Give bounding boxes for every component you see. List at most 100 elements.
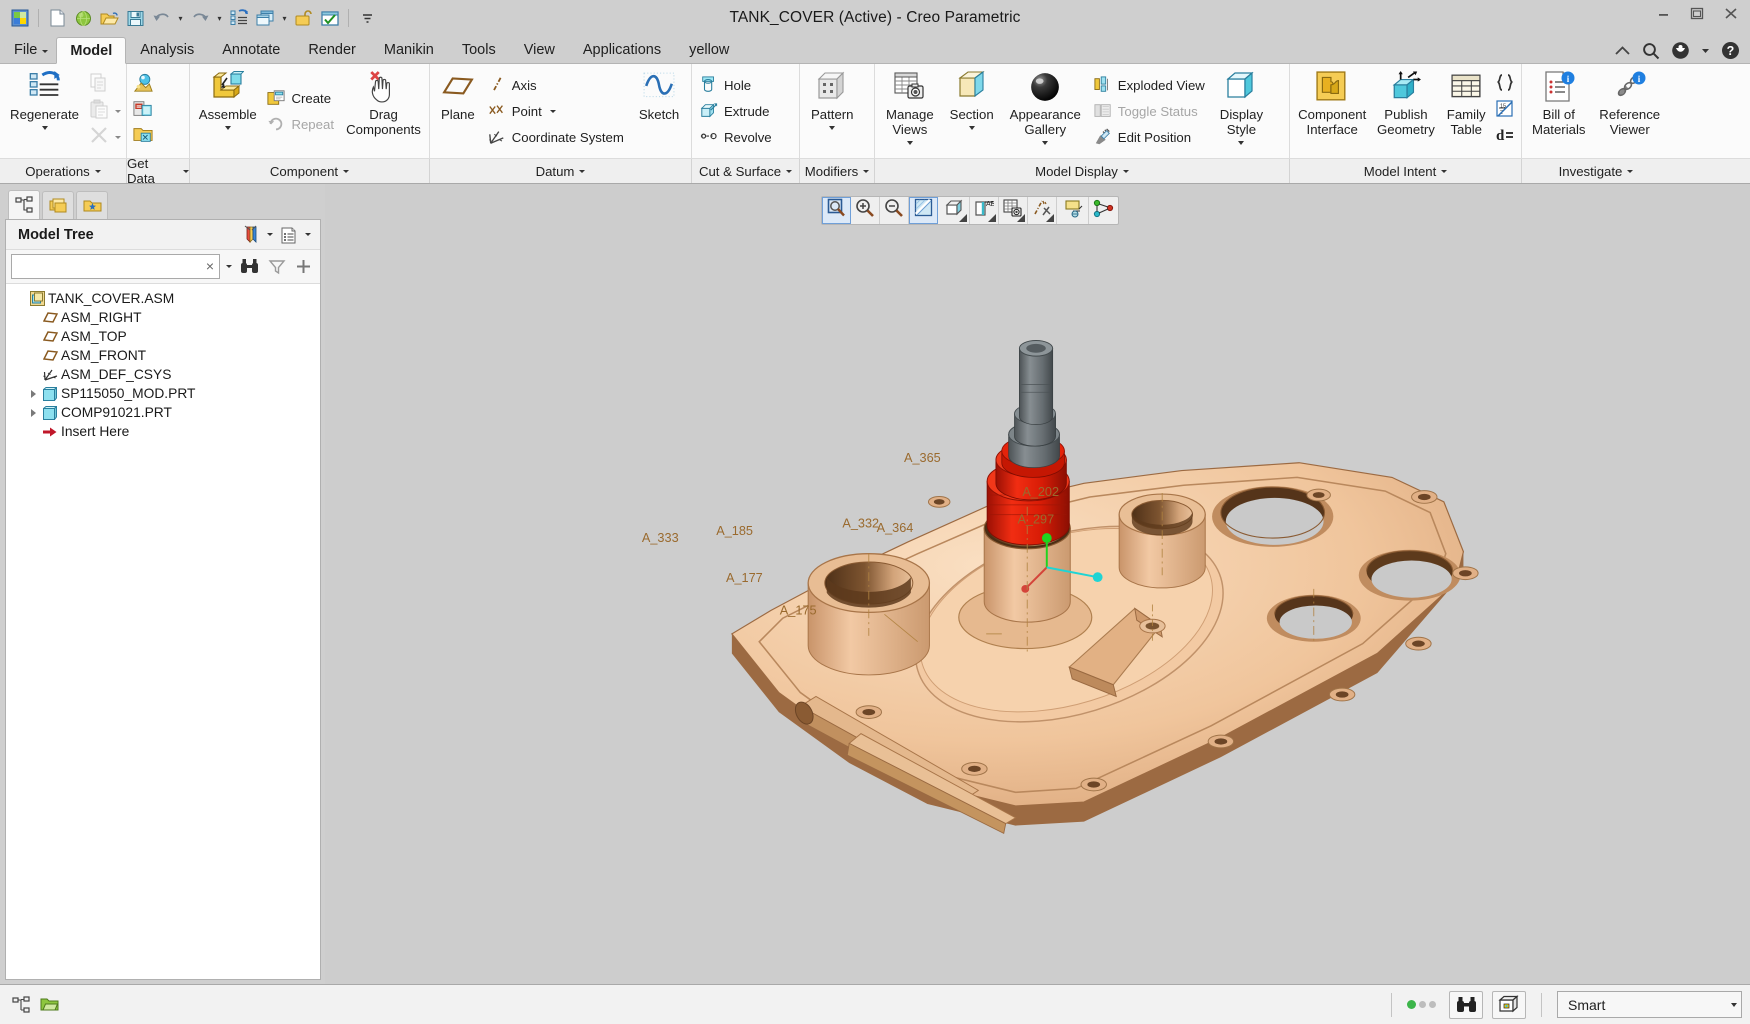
tab-yellow[interactable]: yellow	[675, 36, 743, 63]
group-label-cut-surface[interactable]: Cut & Surface	[692, 159, 800, 183]
tree-item[interactable]: TANK_COVER.ASM	[6, 289, 320, 308]
model-tree-icon[interactable]	[8, 992, 34, 1018]
bill-of-materials-button[interactable]: i Bill of Materials	[1525, 66, 1592, 156]
axis-label[interactable]: A_202	[1022, 484, 1059, 499]
clear-search-icon[interactable]: ×	[206, 258, 214, 275]
dropdown-caret[interactable]	[112, 109, 123, 113]
regenerate-icon[interactable]	[227, 6, 251, 30]
tab-annotate[interactable]: Annotate	[208, 36, 294, 63]
spin-center-button[interactable]	[1089, 197, 1118, 224]
extrude-button[interactable]: Extrude	[695, 98, 779, 124]
group-label-datum[interactable]: Datum	[430, 159, 692, 183]
tab-model[interactable]: Model	[56, 37, 127, 64]
restore-button[interactable]	[1686, 4, 1708, 22]
dropdown-caret[interactable]	[906, 137, 913, 148]
edit-position-button[interactable]: Edit Position	[1089, 124, 1212, 150]
dropdown-caret[interactable]	[1238, 137, 1245, 148]
axis-label[interactable]: A_365	[904, 450, 941, 465]
tree-list-caret[interactable]	[302, 223, 314, 247]
redo-icon[interactable]	[188, 6, 212, 30]
selection-filter-dropdown[interactable]: Smart	[1557, 991, 1742, 1018]
search-options-caret[interactable]	[222, 254, 235, 280]
relations-button[interactable]	[1492, 72, 1518, 98]
section-button[interactable]: Section	[942, 66, 1002, 156]
account-icon[interactable]	[1671, 41, 1690, 60]
dropdown-caret[interactable]	[1042, 137, 1049, 148]
layer-tree-tab[interactable]	[42, 191, 74, 219]
expand-arrow-icon[interactable]	[25, 408, 41, 417]
tree-item[interactable]: COMP91021.PRT	[6, 403, 320, 422]
dropdown-arrow[interactable]	[988, 214, 996, 222]
folder-green-icon[interactable]	[36, 992, 62, 1018]
parameters-button[interactable]: d	[1492, 124, 1518, 150]
group-label-operations[interactable]: Operations	[0, 159, 127, 183]
display-style-button[interactable]: Display Style	[1212, 66, 1271, 156]
save-icon[interactable]	[123, 6, 147, 30]
zoom-out-button[interactable]	[880, 197, 909, 224]
point-button[interactable]: Point	[483, 98, 631, 124]
open-web-icon[interactable]	[71, 6, 95, 30]
hole-button[interactable]: Hole	[695, 72, 779, 98]
layers-button[interactable]	[1060, 197, 1089, 224]
revolve-button[interactable]: Revolve	[695, 124, 779, 150]
zoom-in-button[interactable]	[851, 197, 880, 224]
chevron-down-icon[interactable]	[1441, 169, 1448, 173]
expand-arrow-icon[interactable]	[25, 389, 41, 398]
exploded-view-button[interactable]: Exploded View	[1089, 72, 1212, 98]
chevron-down-icon[interactable]	[1122, 169, 1129, 173]
axis-label[interactable]: A_297	[1017, 511, 1054, 526]
sketch-button[interactable]: Sketch	[631, 66, 687, 156]
collapse-ribbon-icon[interactable]	[1614, 45, 1631, 57]
tree-item[interactable]: ASM_DEF_CSYS	[6, 365, 320, 384]
family-table-button[interactable]: Family Table	[1440, 66, 1492, 156]
import-button[interactable]	[130, 72, 156, 98]
group-label-model-intent[interactable]: Model Intent	[1290, 159, 1522, 183]
repaint-button[interactable]	[909, 197, 938, 224]
customize-qat-icon[interactable]	[355, 6, 379, 30]
axis-button[interactable]: Axis	[483, 72, 631, 98]
regenerate-button[interactable]: Regenerate	[3, 66, 86, 156]
datum-display-button[interactable]	[1028, 197, 1057, 224]
undo-dropdown-caret[interactable]: ▾	[175, 6, 186, 30]
saved-views-button[interactable]	[999, 197, 1028, 224]
open-icon[interactable]	[97, 6, 121, 30]
tree-list-icon[interactable]	[277, 223, 301, 247]
group-label-component[interactable]: Component	[190, 159, 430, 183]
group-label-modifiers[interactable]: Modifiers	[800, 159, 875, 183]
dropdown-caret[interactable]	[829, 123, 836, 134]
chevron-down-icon[interactable]	[863, 169, 870, 173]
undo-icon[interactable]	[149, 6, 173, 30]
window-dropdown-caret[interactable]: ▾	[279, 6, 290, 30]
tab-file[interactable]: File	[0, 36, 56, 63]
reference-viewer-button[interactable]: i Reference Viewer	[1592, 66, 1667, 156]
dropdown-caret[interactable]	[112, 135, 123, 139]
publish-geometry-button[interactable]: Publish Geometry	[1371, 66, 1440, 156]
tab-applications[interactable]: Applications	[569, 36, 675, 63]
checkbox-icon[interactable]	[318, 6, 342, 30]
plus-icon[interactable]	[291, 254, 316, 280]
annotation-display-button[interactable]: AB	[970, 197, 999, 224]
binoculars-icon[interactable]	[1449, 990, 1483, 1019]
coordinate-system-button[interactable]: Coordinate System	[483, 124, 631, 150]
create-button[interactable]: Create	[262, 85, 341, 111]
group-label-model-display[interactable]: Model Display	[875, 159, 1290, 183]
axis-label[interactable]: A_175	[780, 602, 817, 617]
dropdown-arrow[interactable]	[1017, 214, 1025, 222]
unlock-icon[interactable]	[292, 6, 316, 30]
dropdown-caret[interactable]	[549, 109, 556, 113]
creo-logo-icon[interactable]	[8, 6, 32, 30]
chevron-down-icon[interactable]	[183, 169, 189, 173]
axis-label[interactable]: A_364	[877, 520, 914, 535]
window-icon[interactable]	[253, 6, 277, 30]
search-icon[interactable]	[1642, 42, 1660, 60]
axis-label[interactable]: A_185	[716, 523, 753, 538]
axis-label[interactable]: A_177	[726, 570, 763, 585]
plane-button[interactable]: Plane	[433, 66, 483, 156]
component-interface-button[interactable]: Component Interface	[1293, 66, 1371, 156]
chevron-down-icon[interactable]	[1731, 1002, 1737, 1007]
dropdown-arrow[interactable]	[1046, 214, 1054, 222]
new-icon[interactable]	[45, 6, 69, 30]
tree-item[interactable]: ASM_TOP	[6, 327, 320, 346]
manage-views-button[interactable]: Manage Views	[878, 66, 942, 156]
dropdown-caret[interactable]	[224, 123, 231, 134]
